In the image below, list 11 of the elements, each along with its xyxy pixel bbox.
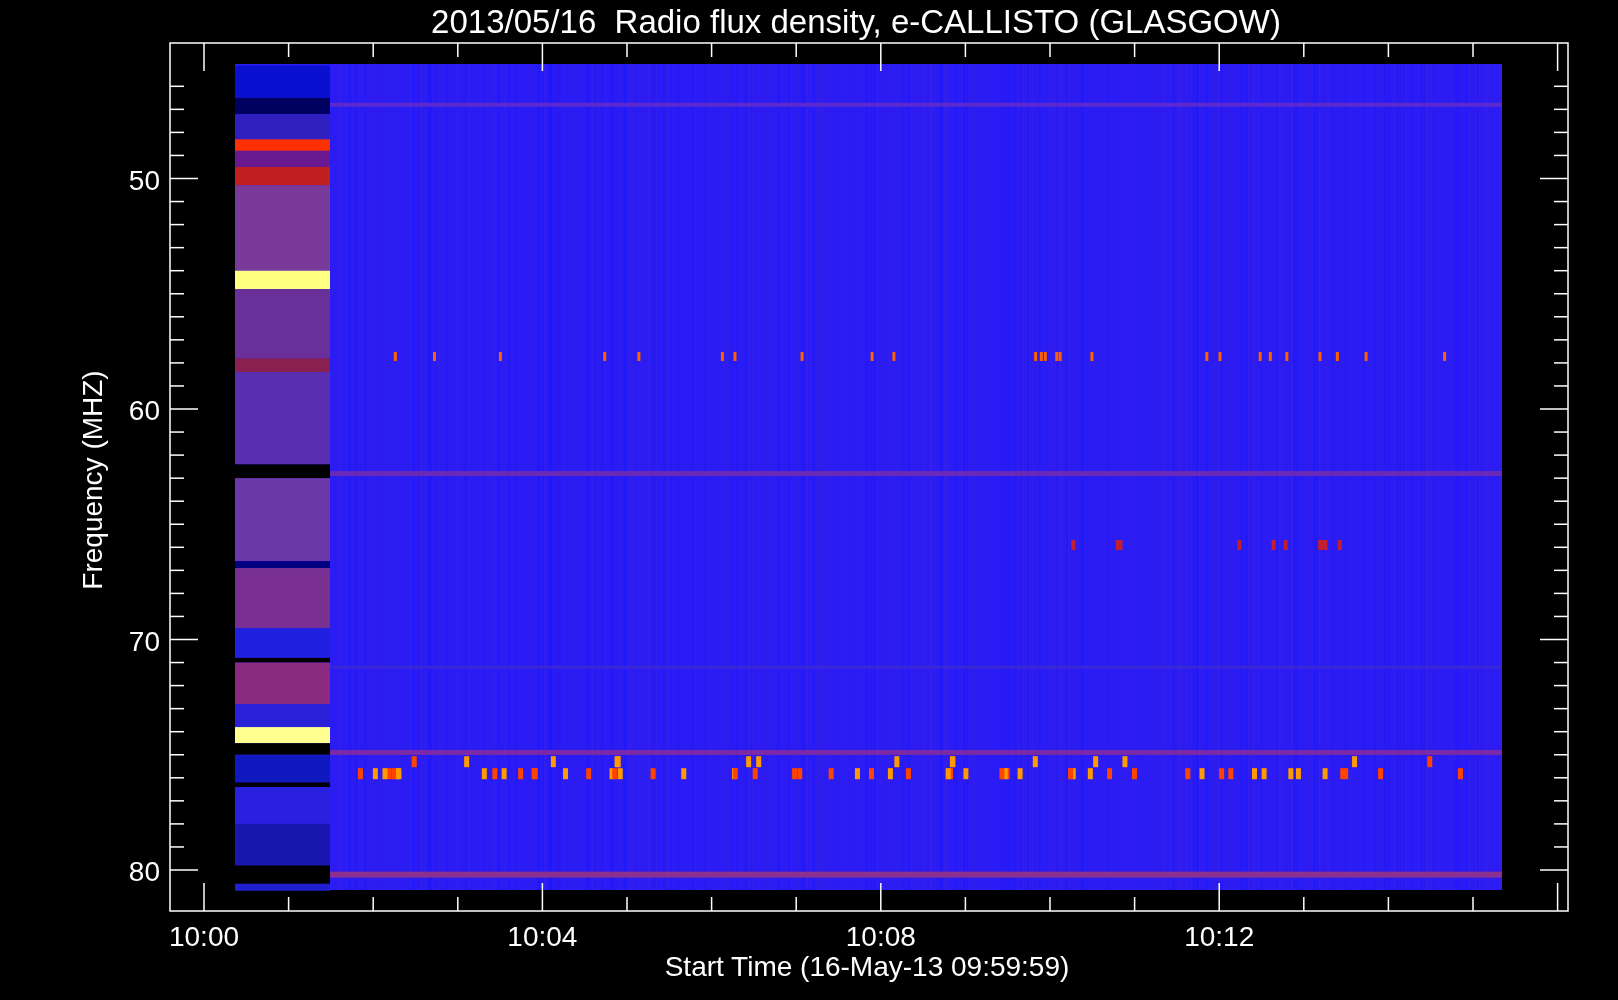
y-tick-label: 50 bbox=[128, 164, 160, 196]
x-tick-label: 10:00 bbox=[168, 921, 240, 952]
y-axis-label: Frequency (MHZ) bbox=[77, 370, 108, 590]
chart-title: 2013/05/16 Radio flux density, e-CALLISTO (GLASGOW) bbox=[431, 3, 1281, 40]
y-tick-label: 80 bbox=[128, 856, 160, 887]
y-tick-label: 60 bbox=[128, 395, 160, 426]
x-tick-label: 10:12 bbox=[1184, 921, 1255, 952]
x-tick-label: 10:08 bbox=[845, 921, 916, 952]
x-axis-label: Start Time (16-May-13 09:59:59) bbox=[664, 951, 1070, 982]
y-tick-label: 70 bbox=[128, 625, 160, 657]
x-tick-label: 10:04 bbox=[507, 921, 578, 952]
